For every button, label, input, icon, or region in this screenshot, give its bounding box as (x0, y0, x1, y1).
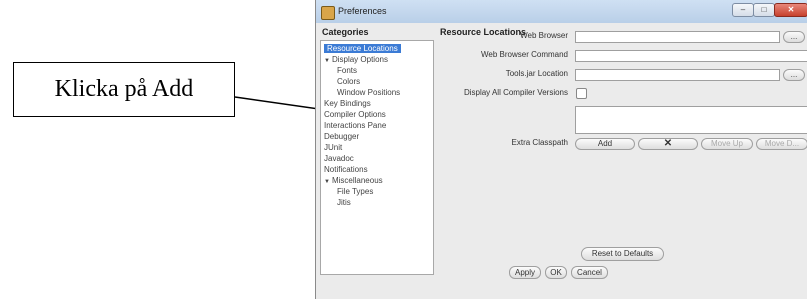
minimize-button[interactable]: – (732, 3, 754, 17)
reset-to-defaults-button[interactable]: Reset to Defaults (581, 247, 664, 261)
cancel-button[interactable]: Cancel (571, 266, 608, 279)
extra-classpath-list[interactable] (575, 106, 807, 134)
tools-jar-browse-button[interactable]: ... (783, 69, 805, 81)
title-bar: Preferences – □ ✕ (316, 0, 807, 24)
remove-button[interactable]: ✕ (638, 138, 698, 150)
tree-item-notifications[interactable]: Notifications (324, 165, 368, 174)
add-button[interactable]: Add (575, 138, 635, 150)
tools-jar-location-field[interactable] (575, 69, 780, 81)
move-up-button[interactable]: Move Up (701, 138, 753, 150)
maximize-button[interactable]: □ (753, 3, 775, 17)
tree-item-junit[interactable]: JUnit (324, 143, 342, 152)
tree-item-colors[interactable]: Colors (337, 77, 360, 86)
expanded-triangle-icon[interactable]: ▼ (324, 58, 330, 64)
tree-item-display-options[interactable]: ▼ Display Options (324, 55, 388, 64)
tree-item-miscellaneous[interactable]: ▼ Miscellaneous (324, 176, 383, 185)
close-button[interactable]: ✕ (774, 3, 807, 17)
window-content: Categories Resource Locations Resource L… (316, 23, 807, 299)
tree-item-interactions-pane[interactable]: Interactions Pane (324, 121, 386, 130)
tree-item-key-bindings[interactable]: Key Bindings (324, 99, 371, 108)
tree-item-javadoc[interactable]: Javadoc (324, 154, 354, 163)
extra-classpath-label: Extra Classpath (511, 138, 568, 147)
web-browser-label: Web Browser (520, 31, 568, 40)
move-down-button[interactable]: Move D... (756, 138, 807, 150)
tree-item-compiler-options[interactable]: Compiler Options (324, 110, 386, 119)
tree-item-debugger[interactable]: Debugger (324, 132, 359, 141)
tree-item-jitis[interactable]: Jitis (337, 198, 351, 207)
display-all-compiler-versions-label: Display All Compiler Versions (463, 88, 568, 97)
tools-jar-location-label: Tools.jar Location (505, 69, 568, 78)
tree-item-window-positions[interactable]: Window Positions (337, 88, 400, 97)
tree-item-resource-locations[interactable]: Resource Locations (324, 44, 401, 53)
window-title: Preferences (338, 6, 387, 16)
tree-item-file-types[interactable]: File Types (337, 187, 373, 196)
ok-button[interactable]: OK (545, 266, 567, 279)
preferences-window: Preferences – □ ✕ Categories Resource Lo… (315, 0, 807, 299)
categories-tree[interactable]: Resource Locations ▼ Display Options Font… (320, 40, 434, 275)
callout-text: Klicka på Add (54, 76, 194, 102)
app-icon (321, 6, 335, 20)
expanded-triangle-icon[interactable]: ▼ (324, 179, 330, 185)
web-browser-command-label: Web Browser Command (481, 50, 568, 59)
display-all-compiler-versions-checkbox[interactable] (576, 88, 587, 99)
tree-item-fonts[interactable]: Fonts (337, 66, 357, 75)
web-browser-browse-button[interactable]: ... (783, 31, 805, 43)
web-browser-field[interactable] (575, 31, 780, 43)
categories-header: Categories (322, 27, 369, 37)
apply-button[interactable]: Apply (509, 266, 541, 279)
web-browser-command-field[interactable] (575, 50, 807, 62)
callout-box: Klicka på Add (13, 62, 235, 117)
